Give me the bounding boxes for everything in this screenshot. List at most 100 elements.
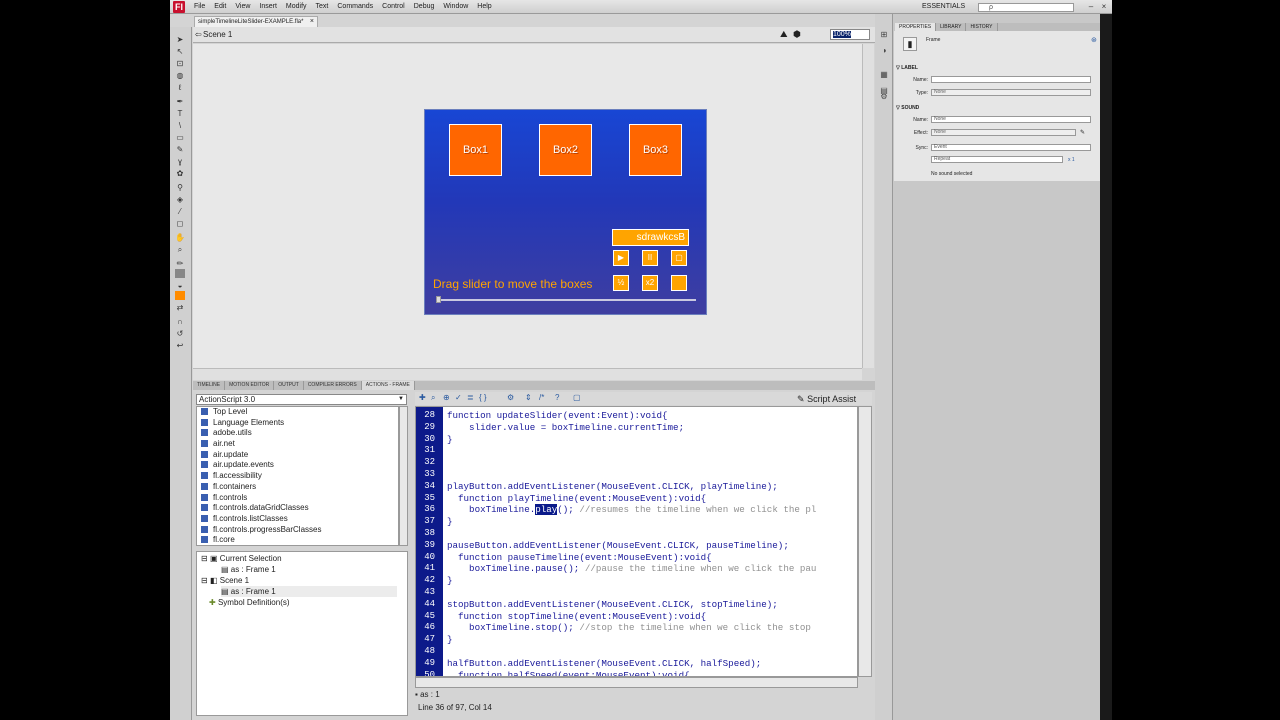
menu-view[interactable]: View: [235, 3, 250, 10]
play-button[interactable]: ▶: [613, 250, 629, 266]
brush-tool-icon[interactable]: ɣ: [175, 157, 185, 166]
3d-rotation-icon[interactable]: ◍: [175, 71, 185, 80]
pencil-tool-icon[interactable]: ✎: [175, 145, 185, 154]
toolbox-item[interactable]: fl.controls.listClasses: [197, 514, 398, 525]
zoom-tool-icon[interactable]: ⌕: [175, 245, 185, 254]
menu-commands[interactable]: Commands: [337, 3, 373, 10]
check-syntax-icon[interactable]: ✓: [455, 393, 462, 402]
snap-icon[interactable]: ∩: [175, 317, 185, 326]
slider-thumb[interactable]: [436, 296, 441, 303]
nav-item[interactable]: ✚ Symbol Definition(s): [209, 597, 290, 608]
find-icon[interactable]: ⌕: [431, 393, 435, 403]
menu-window[interactable]: Window: [443, 3, 468, 10]
toolbox-item[interactable]: fl.controls.progressBarClasses: [197, 525, 398, 536]
sync-select[interactable]: Event: [931, 144, 1091, 151]
stroke-swatch[interactable]: [175, 269, 185, 278]
code-snippets-icon[interactable]: ▢: [573, 393, 581, 402]
fill-color-icon[interactable]: ◒: [175, 281, 185, 290]
repeat-count[interactable]: x 1: [1068, 157, 1075, 163]
help-search-input[interactable]: ρ: [978, 3, 1074, 12]
sound-name-select[interactable]: None: [931, 116, 1091, 123]
script-assist-toggle[interactable]: ✎ Script Assist: [797, 394, 856, 405]
swap-colors-icon[interactable]: ⇄: [175, 303, 185, 312]
paint-bucket-icon[interactable]: ◈: [175, 195, 185, 204]
toolbox-item[interactable]: fl.containers: [197, 482, 398, 493]
pen-tool-icon[interactable]: ✒: [175, 97, 185, 106]
tab-library[interactable]: LIBRARY: [936, 23, 967, 31]
toolbox-item[interactable]: air.update.events: [197, 460, 398, 471]
slider-track[interactable]: [437, 299, 696, 301]
toolbox-item[interactable]: fl.controls.dataGridClasses: [197, 503, 398, 514]
tab-motion-editor[interactable]: MOTION EDITOR: [225, 381, 275, 390]
stop-button[interactable]: ▢: [671, 250, 687, 266]
double-speed-button[interactable]: x2: [642, 275, 658, 291]
auto-format-icon[interactable]: ≣: [467, 393, 474, 402]
nav-item[interactable]: ⊟ ◧ Scene 1: [201, 575, 249, 586]
comment-icon[interactable]: /*: [539, 393, 544, 402]
minimize-icon[interactable]: –: [1086, 2, 1096, 12]
scene-label[interactable]: Scene 1: [203, 30, 232, 39]
frame-name-input[interactable]: [931, 76, 1091, 83]
help-icon[interactable]: ⊛: [1091, 36, 1097, 44]
label-section-header[interactable]: ▽ LABEL: [896, 65, 918, 71]
edit-symbols-icon[interactable]: ⬢: [793, 29, 801, 40]
menu-control[interactable]: Control: [382, 3, 405, 10]
box3[interactable]: Box3: [629, 124, 682, 176]
toolbox-item[interactable]: fl.controls: [197, 493, 398, 504]
back-arrow-icon[interactable]: ⇦: [195, 30, 202, 39]
menu-modify[interactable]: Modify: [286, 3, 307, 10]
stroke-color-icon[interactable]: ✏: [175, 259, 185, 268]
stage-vertical-scrollbar[interactable]: [862, 44, 874, 368]
tab-history[interactable]: HISTORY: [966, 23, 998, 31]
help-icon[interactable]: ?: [555, 393, 559, 402]
label-type-select[interactable]: None: [931, 89, 1091, 96]
collapse-icon[interactable]: ⇕: [525, 393, 532, 402]
lasso-tool-icon[interactable]: ℓ: [175, 83, 185, 92]
toolbox-item[interactable]: Top Level: [197, 407, 398, 418]
align-icon[interactable]: ⊞: [879, 30, 889, 39]
repeat-select[interactable]: Repeat: [931, 156, 1063, 163]
smooth-icon[interactable]: ↺: [175, 329, 185, 338]
straighten-icon[interactable]: ↩: [175, 341, 185, 350]
box1[interactable]: Box1: [449, 124, 502, 176]
reverse-button[interactable]: [671, 275, 687, 291]
menu-file[interactable]: File: [194, 3, 205, 10]
effect-select[interactable]: None: [931, 129, 1076, 136]
toolbox-item[interactable]: fl.accessibility: [197, 471, 398, 482]
toolbox-item[interactable]: adobe.utils: [197, 428, 398, 439]
text-tool-icon[interactable]: T: [175, 109, 185, 118]
half-speed-button[interactable]: ½: [613, 275, 629, 291]
stage-horizontal-scrollbar[interactable]: [193, 368, 862, 380]
toolbox-item[interactable]: air.update: [197, 450, 398, 461]
workspace-switcher[interactable]: ESSENTIALS: [922, 3, 965, 10]
menu-debug[interactable]: Debug: [414, 3, 435, 10]
box2[interactable]: Box2: [539, 124, 592, 176]
menu-help[interactable]: Help: [477, 3, 491, 10]
toolbox-item[interactable]: Language Elements: [197, 418, 398, 429]
eyedropper-icon[interactable]: ⁄: [175, 207, 185, 216]
fill-swatch[interactable]: [175, 291, 185, 300]
selection-tool-icon[interactable]: ➤: [175, 35, 185, 44]
tab-timeline[interactable]: TIMELINE: [193, 381, 226, 390]
menu-insert[interactable]: Insert: [259, 3, 277, 10]
tab-properties[interactable]: PROPERTIES: [895, 23, 937, 31]
menu-text[interactable]: Text: [316, 3, 329, 10]
tab-close-icon[interactable]: ×: [310, 17, 314, 27]
target-path-icon[interactable]: ⊕: [443, 393, 450, 402]
close-icon[interactable]: ×: [1099, 2, 1109, 12]
bone-tool-icon[interactable]: ⚲: [175, 183, 185, 192]
actionscript-version-select[interactable]: ActionScript 3.0 ▼: [196, 394, 407, 405]
hand-tool-icon[interactable]: ✋: [175, 233, 185, 242]
edit-pencil-icon[interactable]: ✎: [1080, 129, 1085, 136]
free-transform-icon[interactable]: ⊡: [175, 59, 185, 68]
rectangle-tool-icon[interactable]: ▭: [175, 133, 185, 142]
color-icon[interactable]: ◑: [879, 46, 889, 55]
zoom-select[interactable]: 100%: [830, 29, 870, 40]
deco-tool-icon[interactable]: ✿: [175, 169, 185, 178]
add-item-icon[interactable]: ✚: [419, 393, 426, 402]
subselection-tool-icon[interactable]: ↖: [175, 47, 185, 56]
sound-section-header[interactable]: ▽ SOUND: [896, 105, 919, 111]
debug-icon[interactable]: ⚙: [507, 393, 514, 402]
toolbox-item[interactable]: fl.core: [197, 535, 398, 545]
eraser-tool-icon[interactable]: ◻: [175, 219, 185, 228]
